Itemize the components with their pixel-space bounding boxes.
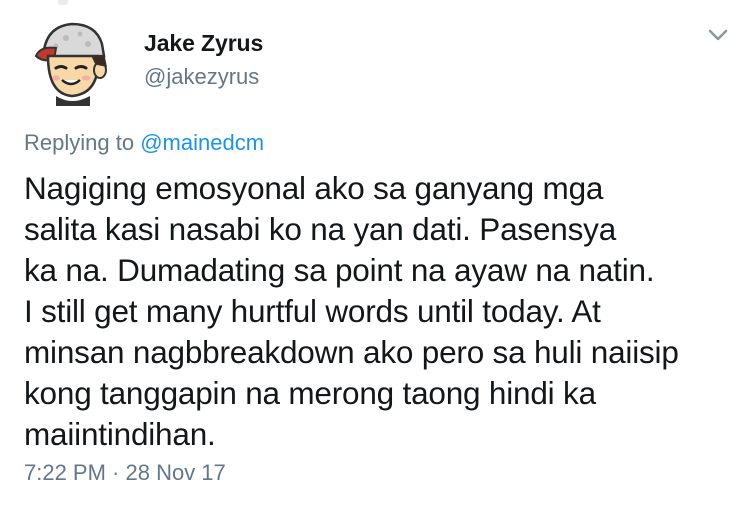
thread-connector — [58, 0, 68, 5]
tweet-card: Jake Zyrus @jakezyrus Replying to @maine… — [0, 0, 750, 508]
more-options-button[interactable] — [703, 24, 733, 46]
reply-mention-link[interactable]: @mainedcm — [140, 130, 264, 155]
avatar[interactable] — [26, 16, 116, 106]
display-name[interactable]: Jake Zyrus — [144, 30, 263, 57]
replying-to-line: Replying to @mainedcm — [24, 130, 264, 156]
tweet-text: Nagiging emosyonal ako sa ganyang mga sa… — [24, 170, 679, 452]
replying-to-label: Replying to — [24, 130, 135, 155]
chevron-down-icon — [708, 29, 728, 41]
cartoon-avatar-icon — [34, 22, 107, 106]
tweet-timestamp[interactable]: 7:22 PM · 28 Nov 17 — [24, 460, 226, 486]
user-handle[interactable]: @jakezyrus — [144, 64, 259, 90]
